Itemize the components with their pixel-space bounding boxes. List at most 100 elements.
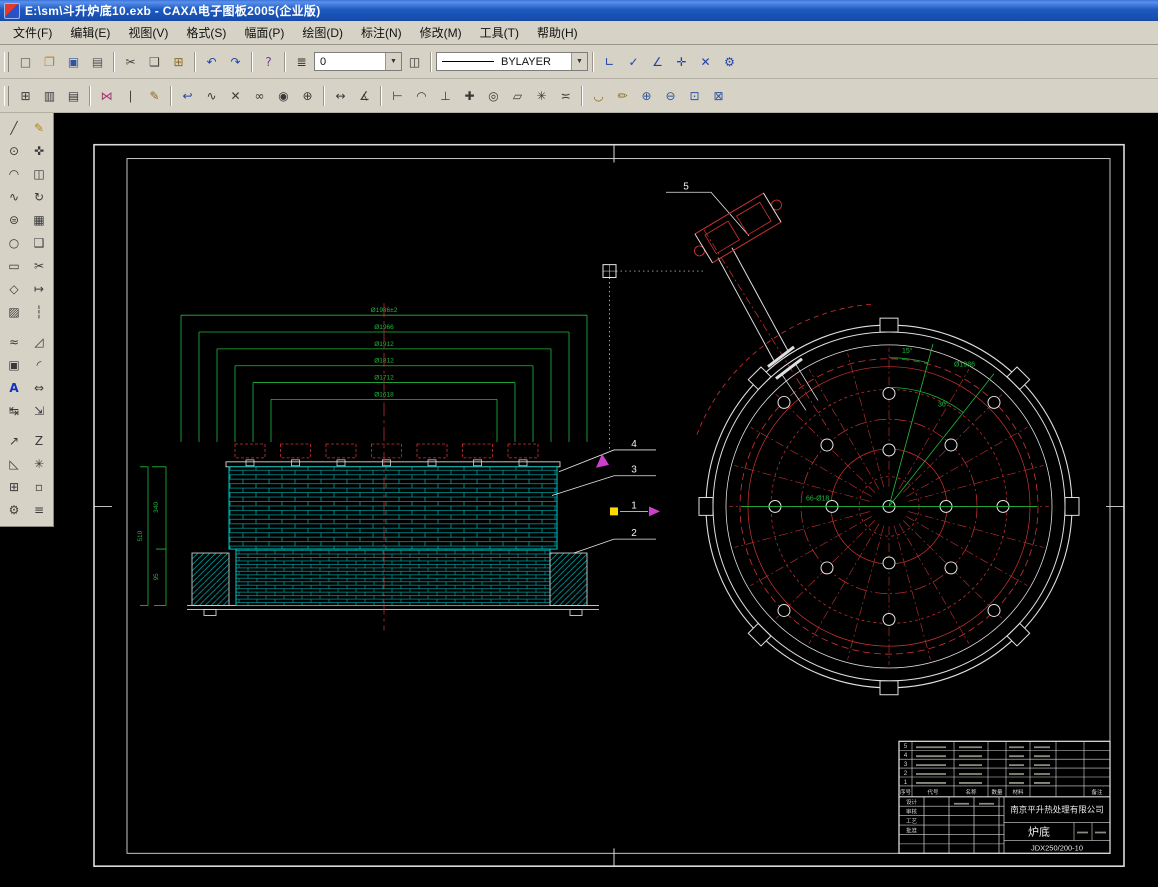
edit-text-icon[interactable]: ✎ [143, 85, 166, 107]
intersect-icon[interactable]: ✕ [224, 85, 247, 107]
print-icon[interactable]: ▤ [86, 51, 109, 73]
menu-modify[interactable]: 修改(M) [411, 21, 471, 44]
scale-tool-icon[interactable]: ⇲ [27, 399, 51, 422]
settings-tool-icon[interactable]: ⚙ [2, 498, 26, 521]
break-tool-icon[interactable]: ┆ [27, 300, 51, 323]
trim-tool-icon[interactable]: ✂ [27, 254, 51, 277]
menu-view[interactable]: 视图(V) [119, 21, 177, 44]
linestyle-combo[interactable]: BYLAYER▼ [436, 52, 588, 71]
redraw-icon[interactable]: ◡ [587, 85, 610, 107]
explode-icon[interactable]: ✳ [530, 85, 553, 107]
chamfer-tool-icon[interactable]: ◿ [27, 330, 51, 353]
save-icon[interactable]: ▣ [62, 51, 85, 73]
arc-tool-icon[interactable]: ◠ [2, 162, 26, 185]
pick-cursor[interactable] [603, 265, 706, 450]
align-icon[interactable]: ≍ [554, 85, 577, 107]
layer-settings-icon[interactable]: ◫ [403, 51, 426, 73]
drawing-canvas[interactable]: Ø1986±2 Ø1966 Ø1912 Ø1812 Ø1712 Ø1618 [54, 113, 1158, 887]
circle-tool-icon[interactable]: ○ [2, 231, 26, 254]
mirror-tool-icon[interactable]: ◫ [27, 162, 51, 185]
pen-edit-icon[interactable]: ✏ [611, 85, 634, 107]
link-icon[interactable]: ∞ [248, 85, 271, 107]
paste-icon[interactable]: ⊞ [167, 51, 190, 73]
title-bar[interactable]: E:\sm\斗升炉底10.exb - CAXA电子图板2005(企业版) [0, 0, 1158, 21]
snap-check-icon[interactable]: ✓ [622, 51, 645, 73]
zoom-in-icon[interactable]: ⊕ [635, 85, 658, 107]
fillet-corner-tool-icon[interactable]: ◜ [27, 353, 51, 376]
options-gear-icon[interactable]: ⚙ [718, 51, 741, 73]
rectangle-tool-icon[interactable]: ▭ [2, 254, 26, 277]
menu-sheet[interactable]: 幅面(P) [235, 21, 293, 44]
block-tool-icon[interactable]: ▣ [2, 353, 26, 376]
insert-tool-icon[interactable]: ▫ [27, 475, 51, 498]
fillet-icon[interactable]: ◠ [410, 85, 433, 107]
toolbar-grip[interactable] [4, 52, 9, 72]
zoom-all-icon[interactable]: ⊠ [707, 85, 730, 107]
leader-tool-icon[interactable]: ↗ [2, 429, 26, 452]
divide-icon[interactable]: ∣ [119, 85, 142, 107]
dimension-tool-icon[interactable]: ↹ [2, 399, 26, 422]
help-icon[interactable]: ? [257, 51, 280, 73]
layer-combo[interactable]: 0▼ [314, 52, 402, 71]
titleblock-icon[interactable]: ▥ [38, 85, 61, 107]
zigzag-tool-icon[interactable]: Z [27, 429, 51, 452]
curve-icon[interactable]: ∿ [200, 85, 223, 107]
center-mark-icon[interactable]: ◎ [482, 85, 505, 107]
zoom-window-icon[interactable]: ⊡ [683, 85, 706, 107]
measure-distance-icon[interactable]: ↔ [329, 85, 352, 107]
join-icon[interactable]: ⋈ [95, 85, 118, 107]
menu-file[interactable]: 文件(F) [4, 21, 61, 44]
bom-table-icon[interactable]: ▤ [62, 85, 85, 107]
menu-tools[interactable]: 工具(T) [471, 21, 528, 44]
measure-angle-icon[interactable]: ∡ [353, 85, 376, 107]
cut-icon[interactable]: ✂ [119, 51, 142, 73]
revert-icon[interactable]: ↩ [176, 85, 199, 107]
symbol-tool-icon[interactable]: ✳ [27, 452, 51, 475]
copy-tool-icon[interactable]: ❑ [27, 231, 51, 254]
extend-tool-icon[interactable]: ↦ [27, 277, 51, 300]
polyline-tool-icon[interactable]: ≈ [2, 330, 26, 353]
library-tool-icon[interactable]: ⊞ [2, 475, 26, 498]
polar-track-icon[interactable]: ∠ [646, 51, 669, 73]
menu-help[interactable]: 帮助(H) [528, 21, 587, 44]
point-tool-icon[interactable]: ⊙ [2, 139, 26, 162]
line-tool-icon[interactable]: ╱ [2, 116, 26, 139]
node-icon[interactable]: ◉ [272, 85, 295, 107]
stretch-tool-icon[interactable]: ⇔ [27, 376, 51, 399]
frame-fill-icon[interactable]: ⊞ [14, 85, 37, 107]
cad-drawing[interactable]: Ø1986±2 Ø1966 Ø1912 Ø1812 Ø1712 Ø1618 [54, 113, 1158, 887]
toolbar-grip[interactable] [4, 86, 9, 106]
zoom-out-icon[interactable]: ⊖ [659, 85, 682, 107]
sketch-tool-icon[interactable]: ✎ [27, 116, 51, 139]
text-tool-icon[interactable]: A [2, 376, 26, 399]
undo-icon[interactable]: ↶ [200, 51, 223, 73]
osnap-icon[interactable]: ⊕ [296, 85, 319, 107]
polygon-tool-icon[interactable]: ◇ [2, 277, 26, 300]
menu-draw[interactable]: 绘图(D) [293, 21, 352, 44]
parallel-icon[interactable]: ▱ [506, 85, 529, 107]
copy-icon[interactable]: ❑ [143, 51, 166, 73]
redo-icon[interactable]: ↷ [224, 51, 247, 73]
selection-handle[interactable] [610, 507, 618, 515]
new-file-icon[interactable]: □ [14, 51, 37, 73]
open-file-icon[interactable]: ❐ [38, 51, 61, 73]
datum-tool-icon[interactable]: ◺ [2, 452, 26, 475]
menu-format[interactable]: 格式(S) [177, 21, 235, 44]
spline-tool-icon[interactable]: ∿ [2, 185, 26, 208]
array-tool-icon[interactable]: ▦ [27, 208, 51, 231]
list-tool-icon[interactable]: ≡ [27, 498, 51, 521]
ellipse-tool-icon[interactable]: ⊜ [2, 208, 26, 231]
dropdown-arrow-icon[interactable]: ▼ [385, 53, 401, 70]
ortho-mode-icon[interactable]: ∟ [598, 51, 621, 73]
lineweight-icon[interactable]: ✕ [694, 51, 717, 73]
rotate-tool-icon[interactable]: ↻ [27, 185, 51, 208]
menu-edit[interactable]: 编辑(E) [61, 21, 119, 44]
dropdown-arrow-icon[interactable]: ▼ [571, 53, 587, 70]
dyn-input-icon[interactable]: ✛ [670, 51, 693, 73]
cross-mark-icon[interactable]: ✚ [458, 85, 481, 107]
menu-annotate[interactable]: 标注(N) [352, 21, 411, 44]
layer-manager-icon[interactable]: ≣ [290, 51, 313, 73]
perpendicular-icon[interactable]: ⊥ [434, 85, 457, 107]
trim-edge-icon[interactable]: ⊢ [386, 85, 409, 107]
move-tool-icon[interactable]: ✜ [27, 139, 51, 162]
